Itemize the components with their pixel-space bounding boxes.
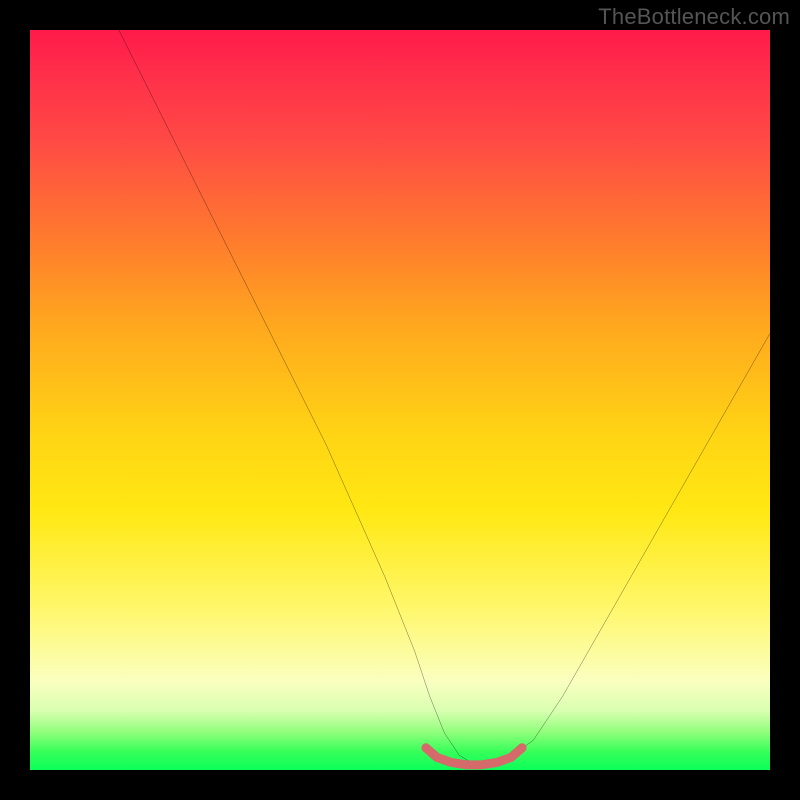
plot-area — [30, 30, 770, 770]
chart-stage: TheBottleneck.com — [0, 0, 800, 800]
curve-line — [119, 30, 770, 766]
chart-svg — [30, 30, 770, 770]
watermark-text: TheBottleneck.com — [598, 4, 790, 30]
valley-marker — [426, 748, 522, 765]
